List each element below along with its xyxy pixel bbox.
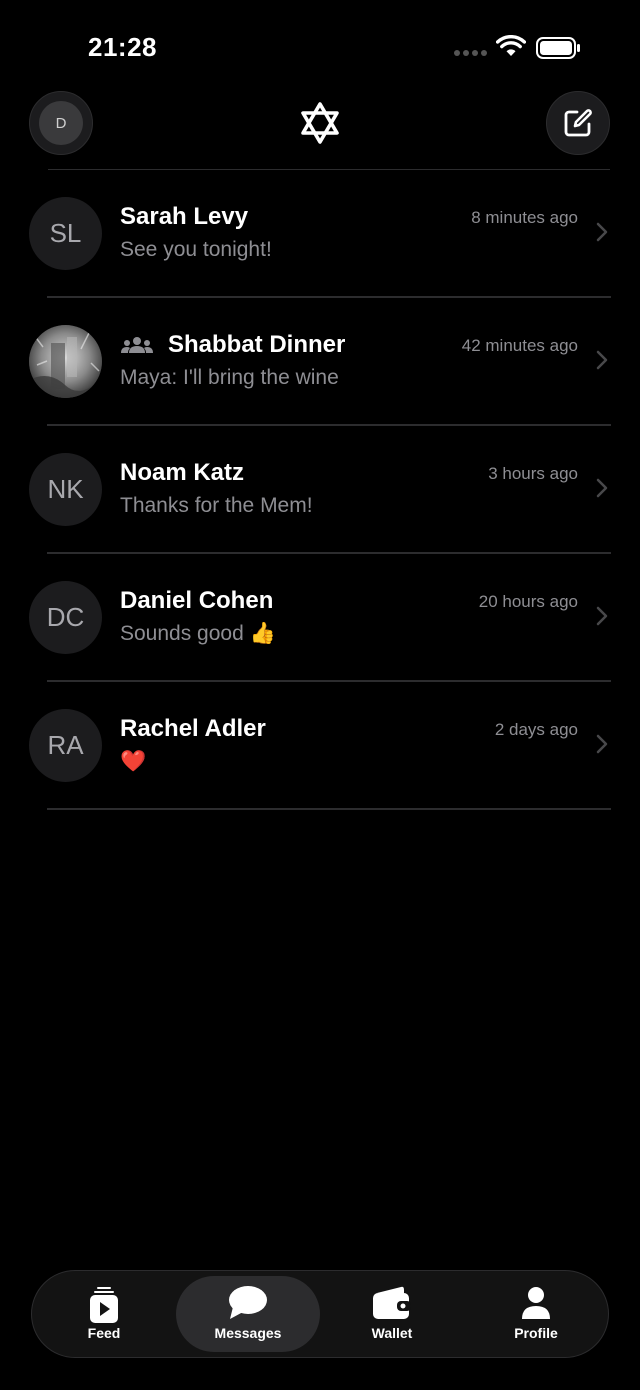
compose-button[interactable] bbox=[546, 91, 610, 155]
compose-icon bbox=[564, 109, 592, 137]
conversation-preview: See you tonight! bbox=[120, 238, 272, 261]
conversation-name: Daniel Cohen bbox=[120, 587, 274, 614]
chevron-right-icon bbox=[596, 478, 608, 498]
signal-dots-icon bbox=[454, 50, 487, 56]
tab-profile[interactable]: Profile bbox=[464, 1271, 608, 1357]
messages-icon bbox=[229, 1286, 267, 1319]
tab-label: Messages bbox=[214, 1325, 282, 1341]
tab-wallet[interactable]: Wallet bbox=[320, 1271, 464, 1357]
tab-label: Wallet bbox=[371, 1325, 413, 1341]
conversation-row-sarah-levy[interactable]: SL Sarah Levy 8 minutes ago See you toni… bbox=[0, 170, 640, 298]
status-bar: 21:28 bbox=[0, 0, 640, 90]
row-divider bbox=[47, 808, 611, 810]
avatar: NK bbox=[29, 453, 102, 526]
tab-bar: Feed Messages Wallet Profile bbox=[31, 1270, 609, 1358]
conversation-name: Rachel Adler bbox=[120, 715, 266, 742]
header: D bbox=[0, 90, 640, 170]
conversation-name: Shabbat Dinner bbox=[168, 331, 346, 358]
wallet-icon bbox=[373, 1286, 411, 1319]
chevron-right-icon bbox=[596, 222, 608, 242]
avatar-initial: D bbox=[39, 101, 83, 145]
group-photo-avatar bbox=[29, 325, 102, 398]
conversation-row-noam-katz[interactable]: NK Noam Katz 3 hours ago Thanks for the … bbox=[0, 426, 640, 554]
star-of-david-icon bbox=[301, 102, 339, 144]
profile-avatar-button[interactable]: D bbox=[29, 91, 93, 155]
conversation-list: SL Sarah Levy 8 minutes ago See you toni… bbox=[0, 170, 640, 810]
tab-label: Feed bbox=[87, 1325, 121, 1341]
chevron-right-icon bbox=[596, 734, 608, 754]
conversation-time: 8 minutes ago bbox=[471, 208, 578, 227]
status-time: 21:28 bbox=[88, 32, 157, 62]
chevron-right-icon bbox=[596, 350, 608, 370]
avatar: DC bbox=[29, 581, 102, 654]
conversation-name: Sarah Levy bbox=[120, 203, 249, 230]
chevron-right-icon bbox=[596, 606, 608, 626]
conversation-row-shabbat-dinner[interactable]: Shabbat Dinner 42 minutes ago Maya: I'll… bbox=[0, 298, 640, 426]
conversation-time: 20 hours ago bbox=[478, 592, 578, 611]
avatar: RA bbox=[29, 709, 102, 782]
battery-icon bbox=[536, 37, 580, 59]
conversation-time: 2 days ago bbox=[494, 720, 578, 739]
conversation-time: 3 hours ago bbox=[488, 464, 578, 483]
group-icon bbox=[121, 337, 153, 353]
profile-icon bbox=[522, 1287, 550, 1319]
conversation-time: 42 minutes ago bbox=[461, 336, 578, 355]
tab-feed[interactable]: Feed bbox=[32, 1271, 176, 1357]
conversation-row-rachel-adler[interactable]: RA Rachel Adler 2 days ago ❤️ bbox=[0, 682, 640, 810]
conversation-preview: Sounds good 👍 bbox=[120, 622, 276, 645]
wifi-icon bbox=[496, 35, 526, 56]
tab-messages[interactable]: Messages bbox=[176, 1276, 320, 1352]
tab-label: Profile bbox=[514, 1325, 558, 1341]
conversation-row-daniel-cohen[interactable]: DC Daniel Cohen 20 hours ago Sounds good… bbox=[0, 554, 640, 682]
conversation-preview: ❤️ bbox=[120, 750, 147, 773]
conversation-preview: Maya: I'll bring the wine bbox=[120, 366, 339, 389]
feed-icon bbox=[90, 1287, 118, 1323]
avatar: SL bbox=[29, 197, 102, 270]
conversation-preview: Thanks for the Mem! bbox=[120, 494, 313, 517]
conversation-name: Noam Katz bbox=[120, 459, 245, 486]
